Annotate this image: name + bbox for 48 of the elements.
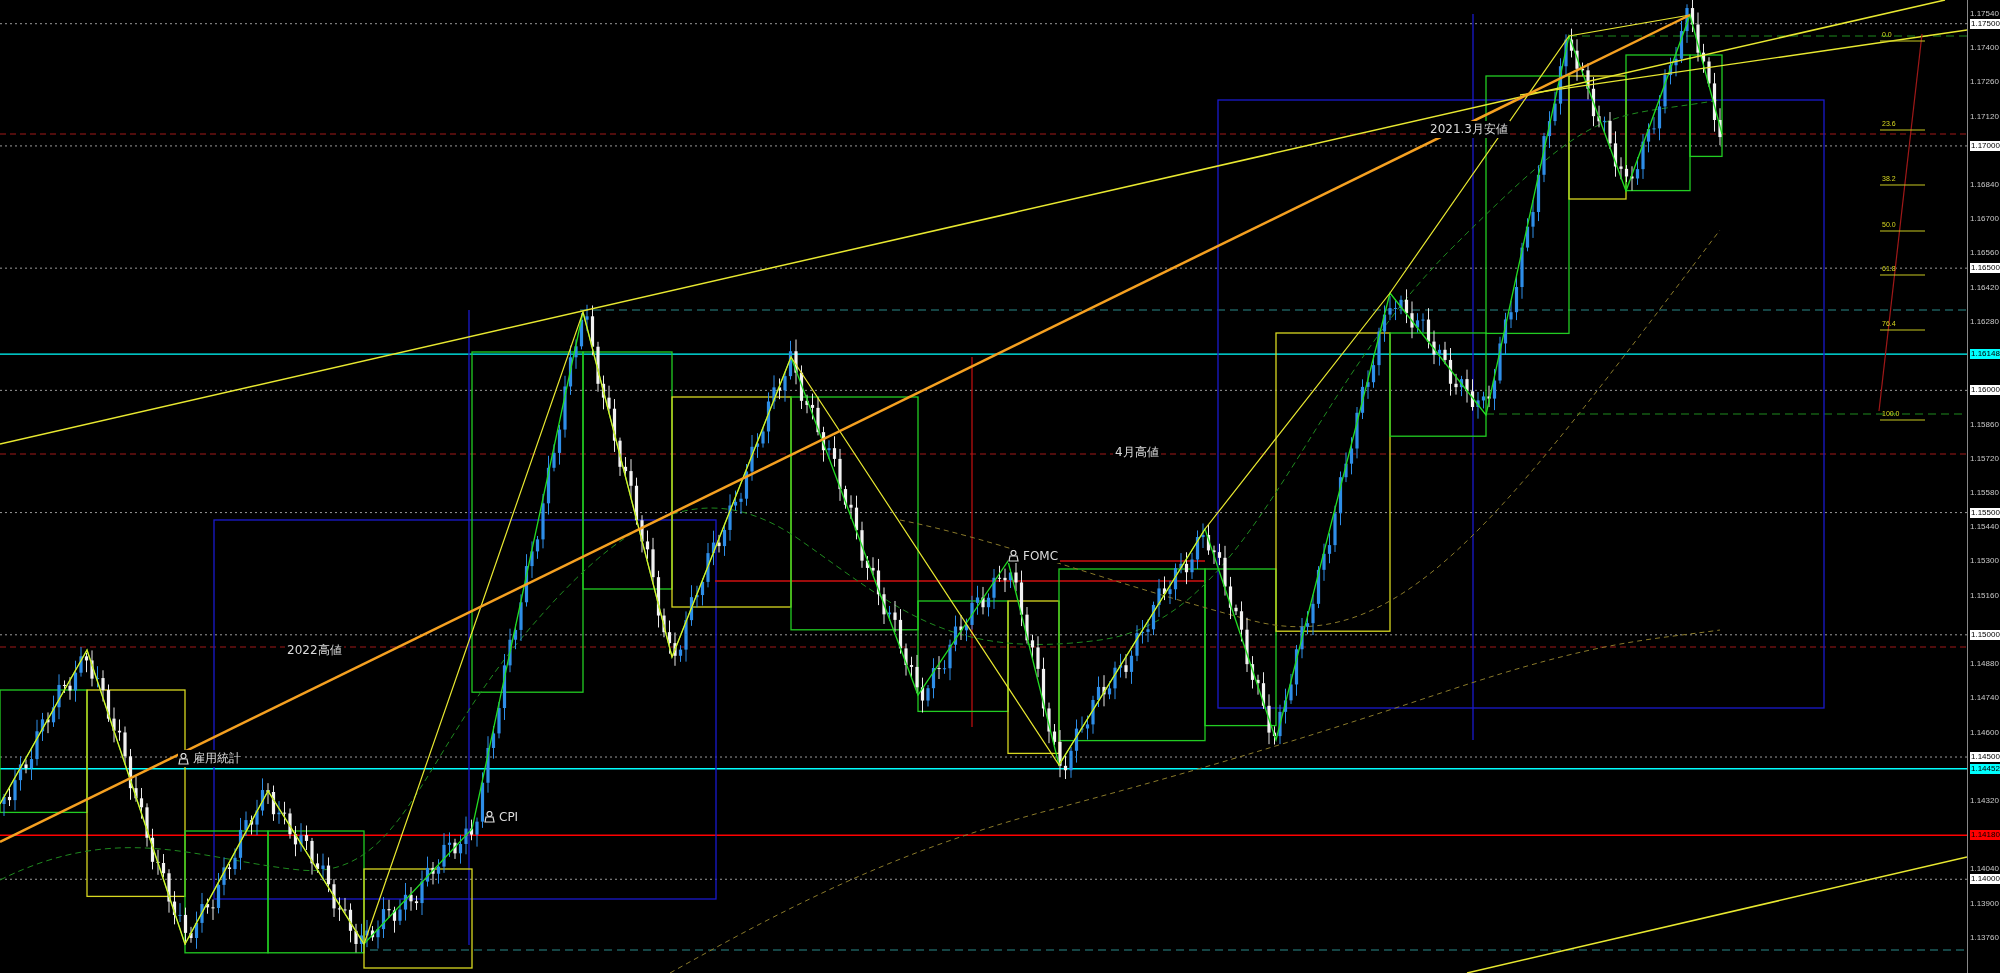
fibonacci-level-line [1879, 329, 1926, 331]
price-label: 1.16840 [1970, 180, 1999, 191]
price-label: 1.17260 [1970, 77, 1999, 88]
price-label: 1.15160 [1970, 590, 1999, 601]
price-label: 1.14600 [1970, 727, 1999, 738]
price-label: 1.17000 [1970, 140, 2000, 151]
price-label: 1.14452 [1970, 763, 2000, 774]
chart-annotation: 2022高値 [285, 642, 344, 659]
price-label: 1.14320 [1970, 796, 1999, 806]
price-label: 1.16700 [1970, 214, 1999, 225]
price-label: 1.17400 [1970, 43, 1999, 54]
price-label: 1.15440 [1970, 522, 1999, 533]
price-label: 1.15000 [1970, 629, 2000, 640]
price-label: 1.16560 [1970, 248, 1999, 259]
price-label: 1.15300 [1970, 556, 1999, 567]
price-label: 1.14000 [1970, 874, 2000, 885]
price-label: 1.15720 [1970, 453, 1999, 464]
price-label: 1.17540 [1970, 8, 1999, 19]
price-label: 1.13900 [1970, 898, 1999, 909]
price-label: 1.17120 [1970, 111, 1999, 122]
price-label: 1.14500 [1970, 752, 2000, 762]
price-label: 1.16000 [1970, 385, 2000, 396]
price-label: 1.14180 [1970, 830, 2000, 841]
chart-annotation: 雇用統計 [191, 750, 243, 767]
price-label: 1.16148 [1970, 349, 2000, 360]
fibonacci-level-line [1879, 230, 1926, 232]
fibonacci-level-line [1879, 274, 1926, 276]
chart-annotation: FOMC [1021, 549, 1061, 563]
fibonacci-level-line [1879, 40, 1926, 42]
price-label: 1.13760 [1970, 932, 1999, 943]
price-label: 1.14040 [1970, 864, 1999, 875]
fibonacci-level-line [1879, 184, 1926, 186]
fibonacci-level-line [1879, 419, 1926, 421]
event-marker-icon [178, 752, 189, 765]
fibonacci-level-line [1879, 129, 1926, 131]
price-label: 1.14880 [1970, 659, 1999, 670]
price-label: 1.14740 [1970, 693, 1999, 704]
event-marker-icon [484, 811, 495, 823]
price-label: 1.16280 [1970, 316, 1999, 327]
price-label: 1.16420 [1970, 282, 1999, 293]
event-marker-icon [1008, 550, 1019, 562]
price-label: 1.15500 [1970, 507, 2000, 518]
chart-annotation: 2021.3月安値 [1428, 121, 1510, 138]
price-label: 1.16500 [1970, 263, 2000, 274]
chart-annotation: 4月高値 [1113, 444, 1161, 461]
price-label: 1.15580 [1970, 488, 1999, 499]
price-label: 1.15860 [1970, 419, 1999, 430]
price-label: 1.17500 [1970, 18, 2000, 29]
